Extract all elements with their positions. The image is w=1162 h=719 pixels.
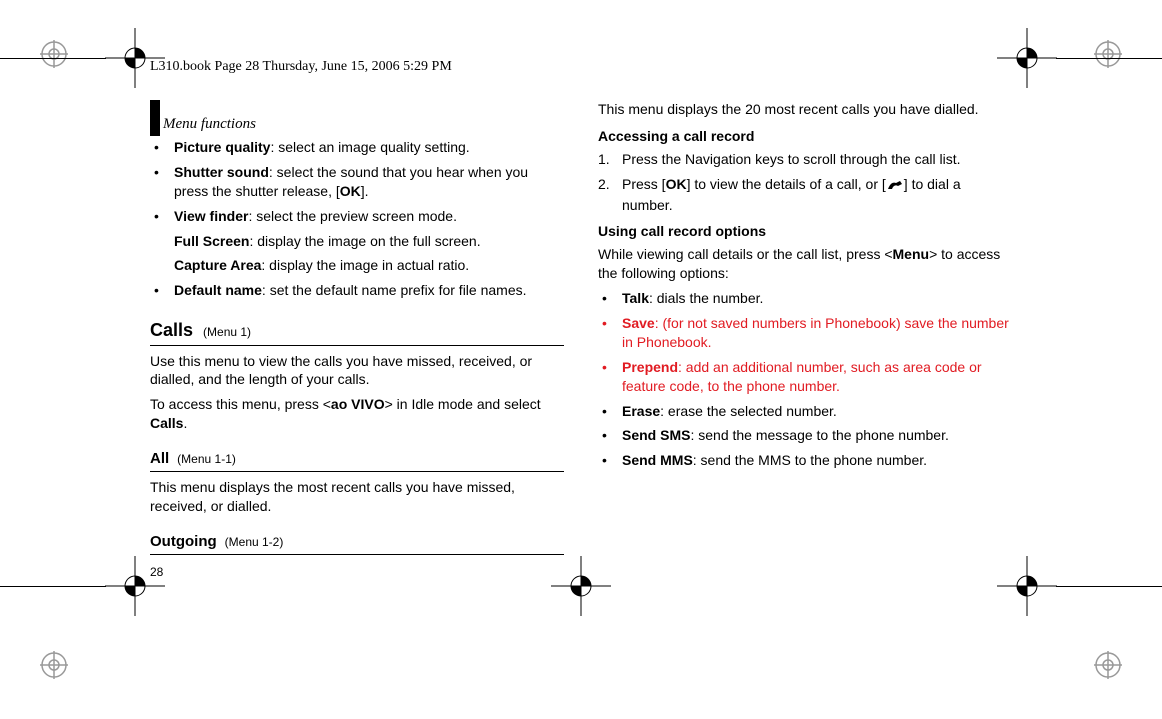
option-desc: : dials the number. <box>649 290 763 306</box>
text: ] to view the details of a call, or [ <box>687 176 886 192</box>
option-name: Capture Area <box>174 257 261 273</box>
subheading: Accessing a call record <box>598 127 1012 146</box>
heading-text: Outgoing <box>150 532 217 552</box>
softkey-label: ao VIVO <box>331 396 385 412</box>
text: . <box>183 415 187 431</box>
section-bar-icon <box>150 100 160 136</box>
list-item: Send MMS: send the MMS to the phone numb… <box>598 451 1012 470</box>
registration-line <box>0 58 106 59</box>
option-desc: : erase the selected number. <box>660 403 837 419</box>
text: > in Idle mode and select <box>385 396 541 412</box>
option-desc: : send the message to the phone number. <box>690 427 948 443</box>
option-desc: : display the image in actual ratio. <box>261 257 469 273</box>
option-name: Send MMS <box>622 452 693 468</box>
list-item: Picture quality: select an image quality… <box>150 138 564 157</box>
option-name: Erase <box>622 403 660 419</box>
page-header: L310.book Page 28 Thursday, June 15, 200… <box>150 59 452 75</box>
option-name: View finder <box>174 208 248 224</box>
registration-mark-icon <box>551 556 611 619</box>
list-item: Send SMS: send the message to the phone … <box>598 426 1012 445</box>
option-desc: : select the preview screen mode. <box>248 208 457 224</box>
menu-path: (Menu 1) <box>203 324 251 340</box>
registration-line <box>1056 58 1162 59</box>
options-list: Talk: dials the number. Save: (for not s… <box>598 289 1012 470</box>
registration-line <box>0 586 106 587</box>
paragraph: This menu displays the 20 most recent ca… <box>598 100 1012 119</box>
menu-path: (Menu 1-2) <box>225 534 284 550</box>
key-label: OK <box>340 183 361 199</box>
option-desc: : send the MMS to the phone number. <box>693 452 927 468</box>
menu-path: (Menu 1-1) <box>177 451 236 467</box>
crop-mark-icon <box>40 40 68 68</box>
outgoing-heading: Outgoing (Menu 1-2) <box>150 532 564 555</box>
crop-mark-icon <box>1094 40 1122 68</box>
heading-text: All <box>150 449 169 469</box>
sub-option: Full Screen: display the image on the fu… <box>150 232 564 251</box>
heading-text: Calls <box>150 318 193 342</box>
subheading: Using call record options <box>598 222 1012 241</box>
page-number: 28 <box>150 565 163 579</box>
list-item: Press [OK] to view the details of a call… <box>598 175 1012 215</box>
options-list: Default name: set the default name prefi… <box>150 281 564 300</box>
text: While viewing call details or the call l… <box>598 246 893 262</box>
crop-mark-icon <box>1094 651 1122 679</box>
left-column: Menu functions Picture quality: select a… <box>150 100 564 561</box>
paragraph: To access this menu, press <ao VIVO> in … <box>150 395 564 433</box>
paragraph: While viewing call details or the call l… <box>598 245 1012 283</box>
registration-line <box>1056 586 1162 587</box>
key-label: OK <box>666 176 687 192</box>
option-desc: : (for not saved numbers in Phonebook) s… <box>622 315 1009 350</box>
list-item: Save: (for not saved numbers in Phoneboo… <box>598 314 1012 352</box>
registration-mark-icon <box>997 556 1057 619</box>
sub-option: Capture Area: display the image in actua… <box>150 256 564 275</box>
option-name: Save <box>622 315 655 331</box>
menu-name: Calls <box>150 415 183 431</box>
registration-mark-icon <box>997 28 1057 91</box>
options-list: Picture quality: select an image quality… <box>150 138 564 226</box>
list-item: Press the Navigation keys to scroll thro… <box>598 150 1012 169</box>
list-item: Shutter sound: select the sound that you… <box>150 163 564 201</box>
option-name: Talk <box>622 290 649 306</box>
option-name: Prepend <box>622 359 678 375</box>
softkey-label: Menu <box>893 246 930 262</box>
crop-mark-icon <box>40 651 68 679</box>
list-item: View finder: select the preview screen m… <box>150 207 564 226</box>
right-column: This menu displays the 20 most recent ca… <box>598 100 1012 561</box>
text: To access this menu, press < <box>150 396 331 412</box>
section-header: Menu functions <box>150 100 564 134</box>
option-name: Send SMS <box>622 427 690 443</box>
list-item: Default name: set the default name prefi… <box>150 281 564 300</box>
list-item: Prepend: add an additional number, such … <box>598 358 1012 396</box>
option-name: Picture quality <box>174 139 270 155</box>
calls-heading: Calls (Menu 1) <box>150 318 564 345</box>
option-name: Shutter sound <box>174 164 269 180</box>
option-name: Default name <box>174 282 262 298</box>
all-heading: All (Menu 1-1) <box>150 449 564 472</box>
text: Press [ <box>622 176 666 192</box>
option-name: Full Screen <box>174 233 249 249</box>
numbered-list: Press the Navigation keys to scroll thro… <box>598 150 1012 215</box>
list-item: Erase: erase the selected number. <box>598 402 1012 421</box>
option-desc: : set the default name prefix for file n… <box>262 282 527 298</box>
option-desc: : display the image on the full screen. <box>249 233 480 249</box>
paragraph: Use this menu to view the calls you have… <box>150 352 564 390</box>
list-item: Talk: dials the number. <box>598 289 1012 308</box>
section-title: Menu functions <box>163 114 256 134</box>
content-area: Menu functions Picture quality: select a… <box>150 100 1012 561</box>
option-desc: ]. <box>361 183 369 199</box>
option-desc: : select an image quality setting. <box>270 139 469 155</box>
paragraph: This menu displays the most recent calls… <box>150 478 564 516</box>
dial-key-icon <box>886 177 904 196</box>
